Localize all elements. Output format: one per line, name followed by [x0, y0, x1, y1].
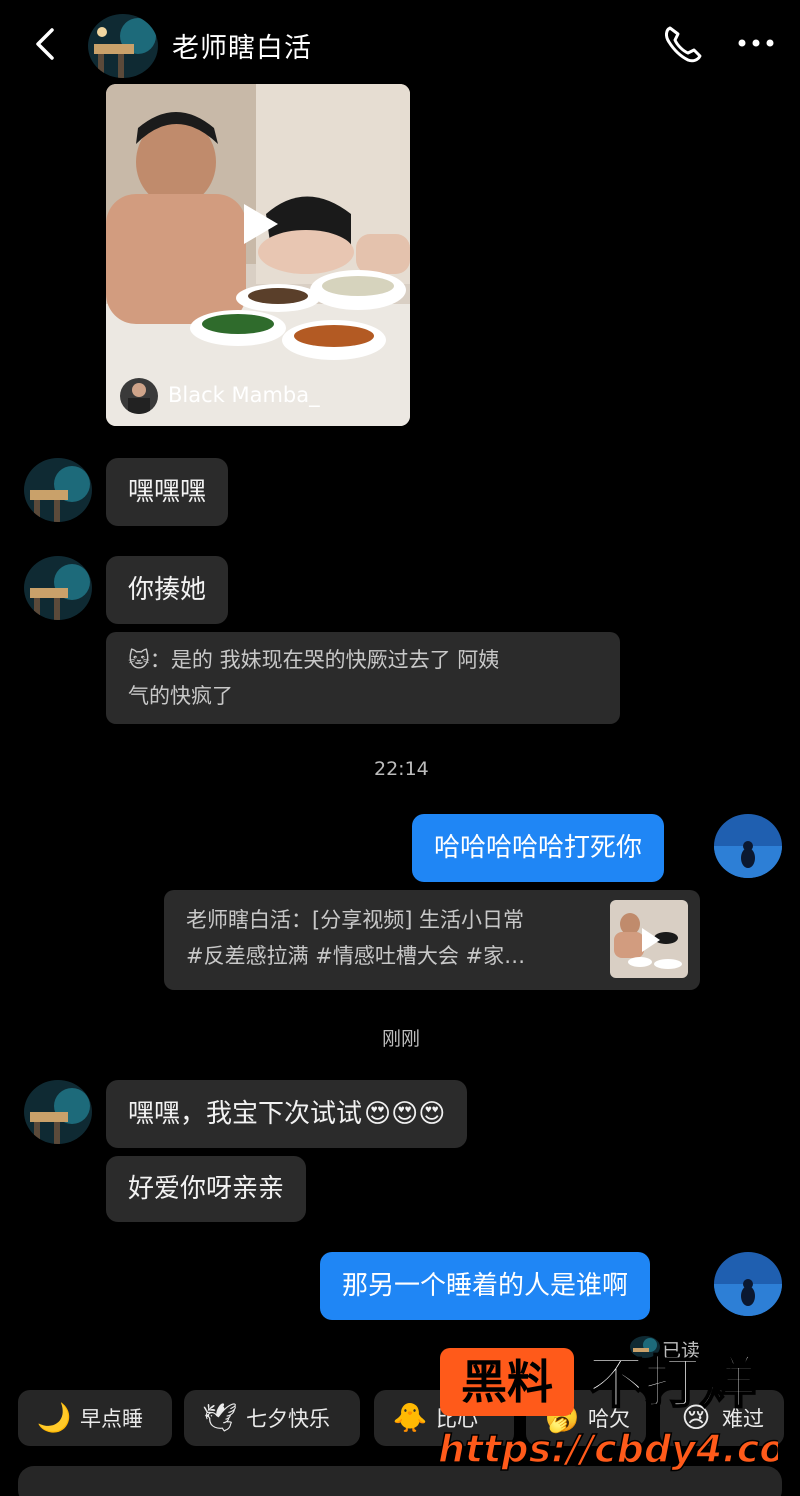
duck-icon: 🐥 — [392, 1401, 428, 1434]
video-thumbnail-small — [610, 900, 688, 978]
bird-icon: 🕊 — [202, 1401, 238, 1434]
contact-avatar[interactable] — [24, 556, 92, 620]
quote-line: 气的快疯了 — [128, 684, 233, 708]
chip-label: 七夕快乐 — [246, 1407, 330, 1431]
quote-line: #反差感拉满 #情感吐槽大会 #家… — [186, 944, 526, 968]
message-bubble[interactable]: 你揍她 — [106, 556, 229, 624]
contact-avatar[interactable] — [88, 14, 158, 78]
video-author: Black Mamba_ — [168, 383, 320, 407]
more-horizontal-icon[interactable] — [736, 28, 776, 58]
chevron-left-icon[interactable] — [28, 24, 64, 64]
message-bubble[interactable]: 嘿嘿，我宝下次试试 😍😍😍 — [106, 1080, 468, 1148]
heart-eyes-emoji: 😍😍😍 — [364, 1099, 446, 1129]
timestamp: 刚刚 — [382, 1028, 421, 1050]
my-avatar[interactable] — [714, 1252, 782, 1316]
quoted-message[interactable]: 🐱：是的 我妹现在哭的快厥过去了 阿姨 气的快疯了 — [106, 632, 620, 724]
quoted-video-message[interactable]: 老师瞎白活：[分享视频] 生活小日常 #反差感拉满 #情感吐槽大会 #家… — [164, 890, 700, 990]
chat-header: 老师瞎白活 — [0, 0, 800, 86]
contact-avatar[interactable] — [24, 458, 92, 522]
phone-icon[interactable] — [660, 24, 704, 64]
video-thumbnail — [106, 84, 410, 426]
timestamp: 22:14 — [374, 758, 429, 780]
svg-text:https://cbdy4.com: https://cbdy4.com — [438, 1427, 778, 1471]
my-avatar[interactable] — [714, 814, 782, 878]
svg-text:黑料: 黑料 — [461, 1355, 553, 1409]
play-icon[interactable] — [238, 200, 282, 248]
message-bubble[interactable]: 嘿嘿嘿 — [106, 458, 229, 526]
author-avatar — [120, 378, 158, 414]
chat-title: 老师瞎白活 — [172, 33, 312, 64]
moon-icon: 🌙 — [36, 1401, 72, 1434]
quick-reply-chip[interactable]: 🕊 七夕快乐 — [184, 1390, 360, 1446]
chip-label: 早点睡 — [80, 1407, 143, 1431]
message-bubble[interactable]: 好爱你呀亲亲 — [106, 1156, 307, 1222]
message-bubble-outgoing[interactable]: 那另一个睡着的人是谁啊 — [320, 1252, 651, 1320]
quick-reply-chip[interactable]: 🌙 早点睡 — [18, 1390, 172, 1446]
shared-video-card[interactable] — [106, 84, 410, 426]
svg-text:不打烊: 不打烊 — [588, 1351, 756, 1416]
quote-line: 🐱：是的 我妹现在哭的快厥过去了 阿姨 — [128, 648, 500, 672]
watermark-logo: 黑料 不打烊 https://cbdy4.com — [438, 1348, 778, 1472]
contact-avatar[interactable] — [24, 1080, 92, 1144]
quote-line: 老师瞎白活：[分享视频] 生活小日常 — [186, 908, 525, 932]
message-text: 嘿嘿，我宝下次试试 — [128, 1099, 363, 1129]
message-bubble-outgoing[interactable]: 哈哈哈哈哈打死你 — [412, 814, 665, 882]
